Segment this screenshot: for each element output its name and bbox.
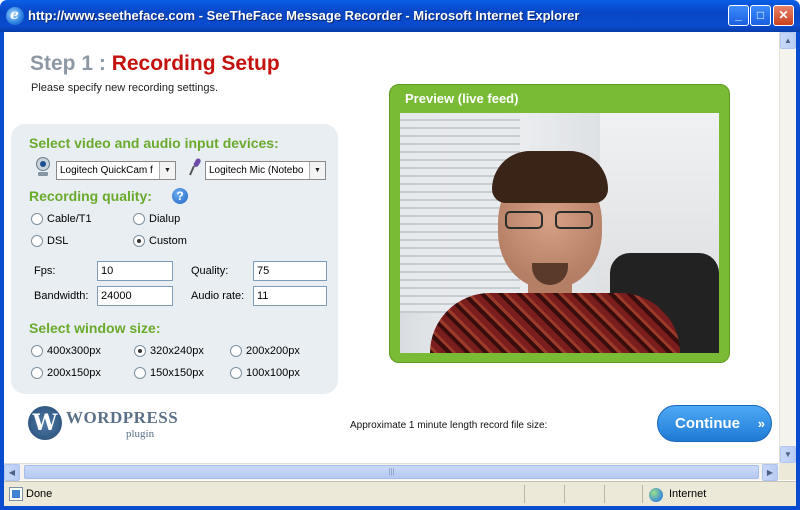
quality-option-custom[interactable]: Custom [133, 235, 187, 247]
title-bar: e http://www.seetheface.com - SeeTheFace… [0, 0, 800, 32]
quality-option-cable[interactable]: Cable/T1 [31, 213, 92, 225]
minimize-button[interactable]: _ [728, 5, 749, 26]
glasses-left-lens [505, 211, 543, 229]
size-option-320x240[interactable]: 320x240px [134, 345, 204, 357]
instructions-text: Please specify new recording settings. [31, 82, 219, 94]
bandwidth-input[interactable] [97, 286, 173, 306]
help-icon[interactable]: ? [172, 188, 188, 204]
glasses-right-lens [555, 211, 593, 229]
zone-text: Internet [669, 488, 707, 500]
webcam-icon [36, 157, 50, 176]
wordpress-logo-icon: W [28, 406, 62, 440]
quality-option-dsl[interactable]: DSL [31, 235, 68, 247]
status-divider [564, 485, 565, 503]
person-shirt [430, 293, 680, 353]
video-device-value: Logitech QuickCam f [60, 165, 153, 176]
bandwidth-label: Bandwidth: [34, 290, 89, 302]
radio-circle-selected [134, 345, 146, 357]
ie-icon: e [6, 7, 24, 25]
radio-circle [230, 367, 242, 379]
wordpress-name: WORDPRESS [66, 408, 179, 427]
window-title: http://www.seetheface.com - SeeTheFace M… [28, 8, 580, 23]
window-frame-right [796, 32, 800, 510]
window-size-heading: Select window size: [29, 320, 161, 336]
wordpress-plugin-label: plugin [126, 428, 155, 440]
scroll-left-icon[interactable]: ◀ [4, 464, 20, 481]
page-done-icon [9, 487, 23, 501]
vertical-scrollbar[interactable]: ▲ ▼ [779, 32, 796, 463]
preview-heading: Preview (live feed) [405, 91, 519, 106]
chevron-down-icon: ▼ [159, 162, 175, 179]
quality-heading: Recording quality: [29, 188, 152, 204]
radio-circle-selected [133, 235, 145, 247]
radio-circle [133, 213, 145, 225]
quality-option-label: Dialup [149, 213, 181, 225]
person-hair [492, 151, 608, 203]
step-label: Step 1 : [30, 52, 106, 75]
radio-circle [31, 367, 43, 379]
microphone-icon [189, 158, 201, 176]
scrollbar-corner [779, 463, 796, 480]
quality-input[interactable] [253, 261, 327, 281]
scroll-down-icon[interactable]: ▼ [780, 446, 796, 463]
page-title: Step 1 : Recording Setup [30, 52, 280, 76]
size-option-200x150[interactable]: 200x150px [31, 367, 101, 379]
audio-device-value: Logitech Mic (Notebo [209, 165, 304, 176]
size-option-150x150[interactable]: 150x150px [134, 367, 204, 379]
close-button[interactable]: ✕ [773, 5, 794, 26]
radio-circle [31, 213, 43, 225]
continue-button[interactable]: Continue » [657, 405, 772, 442]
filesize-text: Approximate 1 minute length record file … [350, 420, 548, 431]
status-text: Done [26, 488, 53, 500]
quality-label: Quality: [191, 265, 229, 277]
video-device-select[interactable]: Logitech QuickCam f ▼ [56, 161, 176, 180]
maximize-button[interactable]: □ [750, 5, 771, 26]
size-option-label: 100x100px [246, 367, 300, 379]
radio-circle [134, 367, 146, 379]
status-divider [524, 485, 525, 503]
window-frame-bottom [0, 506, 800, 510]
chevron-down-icon: ▼ [309, 162, 325, 179]
fps-label: Fps: [34, 265, 56, 277]
title-label: Recording Setup [111, 52, 280, 75]
size-option-200x200[interactable]: 200x200px [230, 345, 300, 357]
audio-rate-label: Audio rate: [191, 290, 245, 302]
size-option-label: 200x150px [47, 367, 101, 379]
window-frame-left [0, 32, 4, 510]
size-option-label: 200x200px [246, 345, 300, 357]
live-video-feed [400, 113, 719, 353]
size-option-400x300[interactable]: 400x300px [31, 345, 101, 357]
quality-option-label: Cable/T1 [47, 213, 92, 225]
quality-option-dialup[interactable]: Dialup [133, 213, 180, 225]
radio-circle [31, 235, 43, 247]
devices-heading: Select video and audio input devices: [29, 135, 279, 151]
status-divider [642, 485, 643, 503]
status-divider [604, 485, 605, 503]
fps-input[interactable] [97, 261, 173, 281]
quality-option-label: DSL [47, 235, 69, 247]
quality-option-label: Custom [149, 235, 187, 247]
size-option-label: 320x240px [150, 345, 204, 357]
status-bar: Done Internet [4, 481, 796, 506]
preview-panel: Preview (live feed) [389, 84, 730, 363]
size-option-100x100[interactable]: 100x100px [230, 367, 300, 379]
continue-label: Continue [675, 415, 740, 432]
horizontal-scrollbar[interactable]: ◀ ||| ▶ [4, 463, 779, 481]
scroll-up-icon[interactable]: ▲ [780, 32, 796, 49]
globe-icon [649, 488, 663, 502]
audio-rate-input[interactable] [253, 286, 327, 306]
double-chevron-right-icon: » [757, 416, 765, 431]
audio-device-select[interactable]: Logitech Mic (Notebo ▼ [205, 161, 326, 180]
scroll-right-icon[interactable]: ▶ [762, 464, 778, 481]
radio-circle [230, 345, 242, 357]
radio-circle [31, 345, 43, 357]
horizontal-scroll-thumb[interactable]: ||| [24, 465, 759, 479]
size-option-label: 150x150px [150, 367, 204, 379]
size-option-label: 400x300px [47, 345, 101, 357]
